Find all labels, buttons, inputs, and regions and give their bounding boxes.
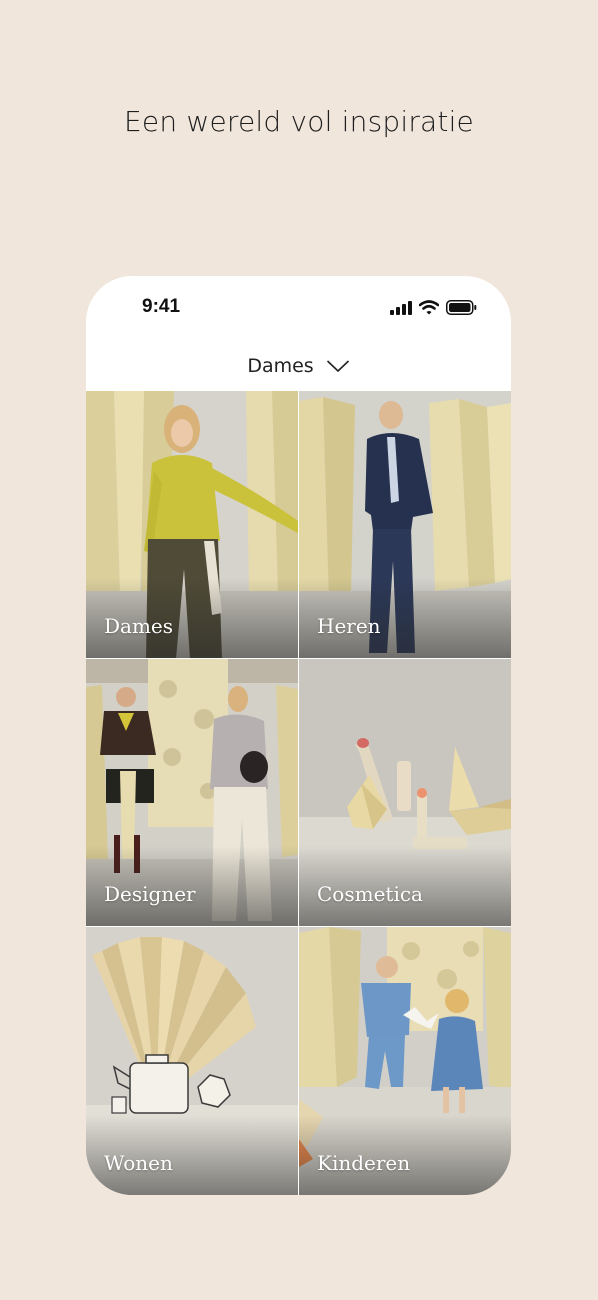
battery-icon: [446, 300, 477, 315]
chevron-down-icon: [326, 360, 349, 372]
category-label: Cosmetica: [317, 882, 423, 906]
category-grid: Dames Heren Designer Cosmetica Wonen Kin…: [86, 391, 511, 1195]
category-label: Dames: [104, 614, 174, 638]
category-tile-kinderen[interactable]: Kinderen: [299, 927, 511, 1195]
phone-mockup: 9:41 Dames Dames Heren Designer Cosmetic…: [86, 276, 511, 1195]
category-label: Heren: [317, 614, 381, 638]
page-headline: Een wereld vol inspiratie: [124, 105, 474, 138]
category-tile-wonen[interactable]: Wonen: [86, 927, 298, 1195]
category-tile-designer[interactable]: Designer: [86, 659, 298, 926]
category-tile-heren[interactable]: Heren: [299, 391, 511, 658]
wifi-icon: [419, 300, 439, 315]
category-label: Kinderen: [317, 1151, 411, 1175]
status-time: 9:41: [142, 296, 181, 317]
category-label: Designer: [104, 882, 196, 906]
category-tile-dames[interactable]: Dames: [86, 391, 298, 658]
category-label: Wonen: [104, 1151, 173, 1175]
category-tile-cosmetica[interactable]: Cosmetica: [299, 659, 511, 926]
department-selector-label: Dames: [247, 355, 314, 377]
status-icons: [390, 300, 477, 315]
department-selector[interactable]: Dames: [86, 344, 511, 388]
cellular-signal-icon: [390, 300, 412, 315]
status-bar: 9:41: [86, 276, 511, 340]
